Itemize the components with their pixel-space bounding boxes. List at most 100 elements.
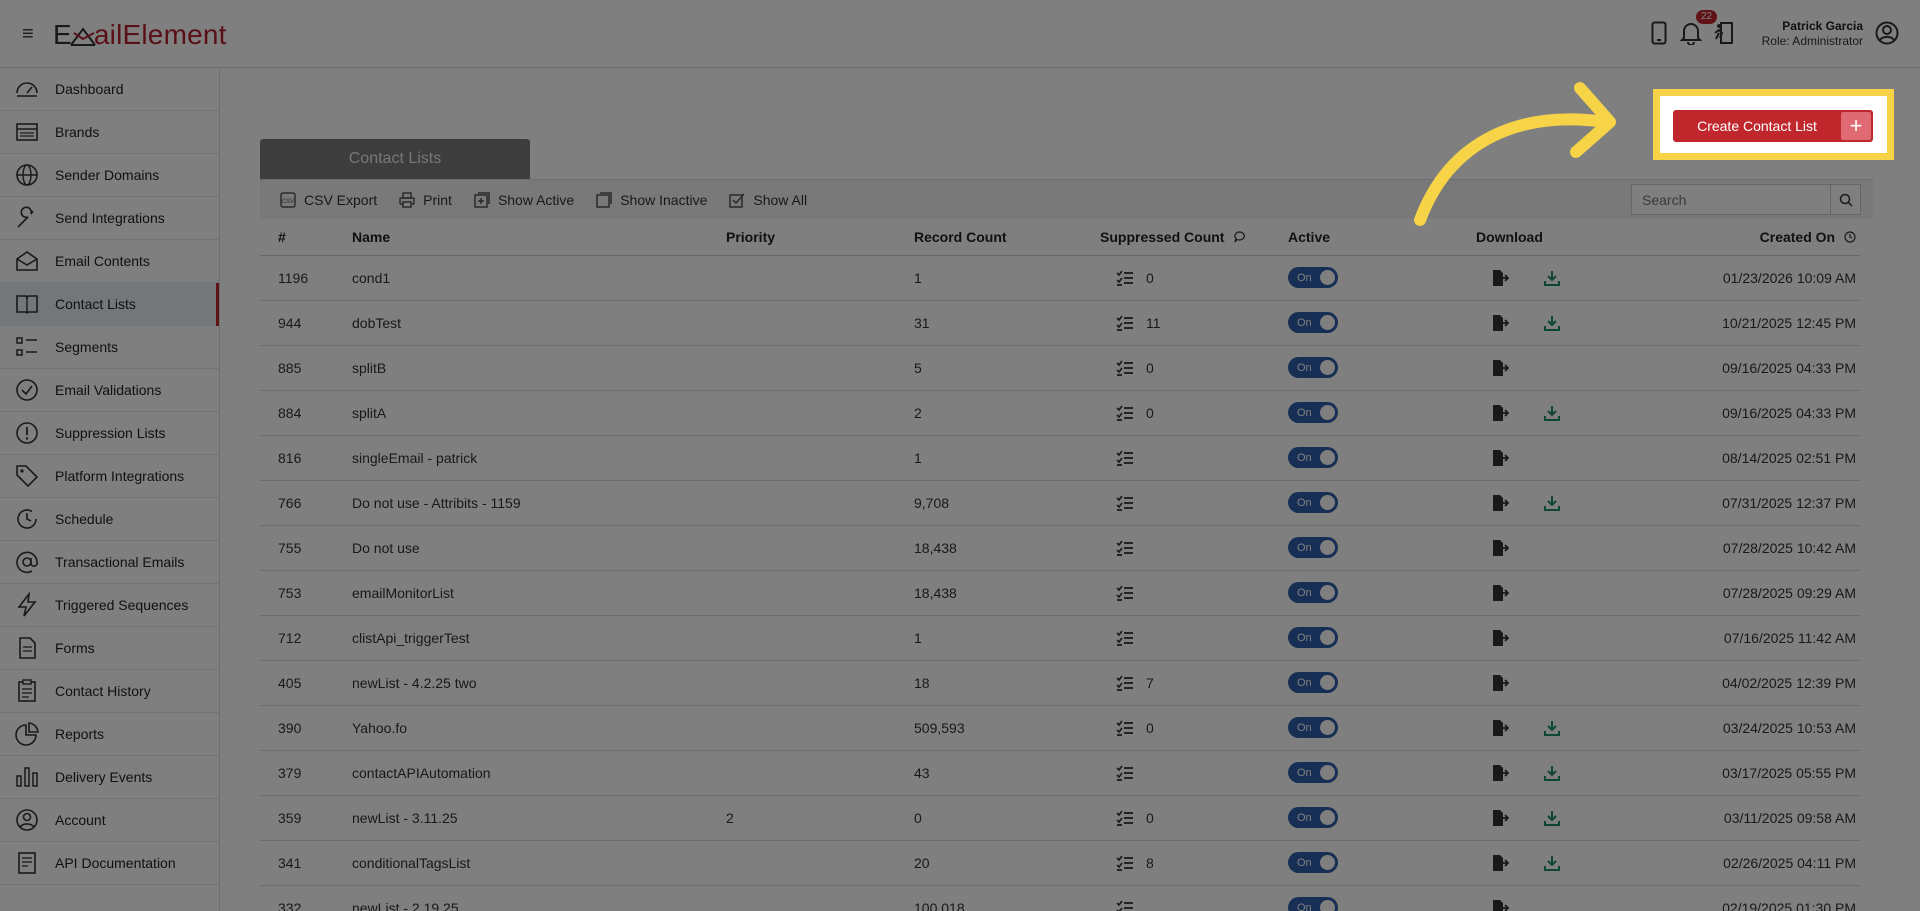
- export-button[interactable]: [1490, 628, 1510, 648]
- sidebar-item-triggered-sequences[interactable]: Triggered Sequences: [0, 584, 219, 627]
- suppression-list-button[interactable]: [1116, 270, 1146, 286]
- active-toggle[interactable]: On: [1288, 402, 1338, 423]
- suppression-list-button[interactable]: [1116, 450, 1146, 466]
- row-name[interactable]: newList - 2.19.25: [352, 885, 726, 911]
- row-name[interactable]: newList - 3.11.25: [352, 795, 726, 841]
- show-inactive-button[interactable]: Show Inactive: [596, 192, 707, 208]
- export-button[interactable]: [1490, 313, 1510, 333]
- table-row[interactable]: 341 conditionalTagsList 20 8 On 02/26/2025 04…: [260, 840, 1860, 886]
- export-button[interactable]: [1490, 448, 1510, 468]
- suppression-list-button[interactable]: [1116, 315, 1146, 331]
- sidebar-item-platform-integrations[interactable]: Platform Integrations: [0, 455, 219, 498]
- row-name[interactable]: splitB: [352, 345, 726, 391]
- export-button[interactable]: [1490, 808, 1510, 828]
- table-row[interactable]: 1196 cond1 1 0 On 01/23/2026 10:09 AM: [260, 255, 1860, 301]
- export-button[interactable]: [1490, 853, 1510, 873]
- sidebar-item-account[interactable]: Account: [0, 799, 219, 842]
- active-toggle[interactable]: On: [1288, 267, 1338, 288]
- mobile-icon[interactable]: [1644, 18, 1674, 48]
- export-button[interactable]: [1490, 763, 1510, 783]
- export-button[interactable]: [1490, 268, 1510, 288]
- hamburger-menu-icon[interactable]: ≡: [22, 22, 34, 46]
- suppression-list-button[interactable]: [1116, 900, 1146, 911]
- row-name[interactable]: newList - 4.2.25 two: [352, 660, 726, 706]
- table-row[interactable]: 332 newList - 2.19.25 100,018 On 02/19/2025 …: [260, 885, 1860, 911]
- row-name[interactable]: cond1: [352, 255, 726, 301]
- active-toggle[interactable]: On: [1288, 357, 1338, 378]
- column-header-created-on[interactable]: Created On: [1636, 219, 1860, 256]
- table-row[interactable]: 755 Do not use 18,438 On 07/28/2025 10:42 AM: [260, 525, 1860, 571]
- row-name[interactable]: Do not use - Attribits - 1159: [352, 480, 726, 526]
- table-row[interactable]: 816 singleEmail - patrick 1 On 08/14/2025 02…: [260, 435, 1860, 481]
- export-button[interactable]: [1490, 898, 1510, 911]
- tab-contact-lists[interactable]: Contact Lists: [260, 139, 530, 179]
- active-toggle[interactable]: On: [1288, 582, 1338, 603]
- create-contact-list-button[interactable]: Create Contact List +: [1673, 110, 1873, 142]
- suppression-list-button[interactable]: [1116, 855, 1146, 871]
- column-header-suppressed-count[interactable]: Suppressed Count: [1100, 219, 1288, 256]
- download-button[interactable]: [1542, 313, 1562, 333]
- active-toggle[interactable]: On: [1288, 312, 1338, 333]
- suppression-list-button[interactable]: [1116, 495, 1146, 511]
- suppression-list-button[interactable]: [1116, 405, 1146, 421]
- row-name[interactable]: contactAPIAutomation: [352, 750, 726, 796]
- table-row[interactable]: 753 emailMonitorList 18,438 On 07/28/2025 09…: [260, 570, 1860, 616]
- app-logo[interactable]: EailElement: [53, 19, 227, 51]
- sidebar-item-contact-history[interactable]: Contact History: [0, 670, 219, 713]
- column-header-id[interactable]: #: [260, 219, 352, 256]
- sidebar-item-brands[interactable]: Brands: [0, 111, 219, 154]
- table-row[interactable]: 712 clistApi_triggerTest 1 On 07/16/2025 11:…: [260, 615, 1860, 661]
- active-toggle[interactable]: On: [1288, 447, 1338, 468]
- download-button[interactable]: [1542, 808, 1562, 828]
- row-name[interactable]: emailMonitorList: [352, 570, 726, 616]
- active-toggle[interactable]: On: [1288, 807, 1338, 828]
- sidebar-item-contact-lists[interactable]: Contact Lists: [0, 283, 219, 326]
- user-avatar-icon[interactable]: [1872, 18, 1902, 48]
- suppression-list-button[interactable]: [1116, 675, 1146, 691]
- suppression-list-button[interactable]: [1116, 360, 1146, 376]
- download-button[interactable]: [1542, 493, 1562, 513]
- sidebar-item-reports[interactable]: Reports: [0, 713, 219, 756]
- sidebar-item-suppression-lists[interactable]: Suppression Lists: [0, 412, 219, 455]
- active-toggle[interactable]: On: [1288, 852, 1338, 873]
- row-name[interactable]: clistApi_triggerTest: [352, 615, 726, 661]
- sidebar-item-email-contents[interactable]: Email Contents: [0, 240, 219, 283]
- row-name[interactable]: Do not use: [352, 525, 726, 571]
- download-button[interactable]: [1542, 403, 1562, 423]
- sidebar-item-sender-domains[interactable]: Sender Domains: [0, 154, 219, 197]
- print-button[interactable]: Print: [399, 192, 452, 208]
- sidebar-item-segments[interactable]: Segments: [0, 326, 219, 369]
- sidebar-item-dashboard[interactable]: Dashboard: [0, 68, 219, 111]
- sidebar-item-schedule[interactable]: Schedule: [0, 498, 219, 541]
- table-row[interactable]: 885 splitB 5 0 On 09/16/2025 04:33 PM: [260, 345, 1860, 391]
- table-row[interactable]: 766 Do not use - Attribits - 1159 9,708 On 0…: [260, 480, 1860, 526]
- row-name[interactable]: splitA: [352, 390, 726, 436]
- export-button[interactable]: [1490, 538, 1510, 558]
- table-row[interactable]: 944 dobTest 31 11 On 10/21/2025 12:45 PM: [260, 300, 1860, 346]
- active-toggle[interactable]: On: [1288, 627, 1338, 648]
- row-name[interactable]: conditionalTagsList: [352, 840, 726, 886]
- sidebar-item-email-validations[interactable]: Email Validations: [0, 369, 219, 412]
- show-all-button[interactable]: Show All: [729, 192, 807, 208]
- row-name[interactable]: singleEmail - patrick: [352, 435, 726, 481]
- sidebar-item-api-documentation[interactable]: API Documentation: [0, 842, 219, 885]
- table-row[interactable]: 884 splitA 2 0 On 09/16/2025 04:33 PM: [260, 390, 1860, 436]
- sidebar-item-transactional-emails[interactable]: Transactional Emails: [0, 541, 219, 584]
- active-toggle[interactable]: On: [1288, 672, 1338, 693]
- suppression-list-button[interactable]: [1116, 720, 1146, 736]
- column-header-priority[interactable]: Priority: [726, 219, 914, 256]
- download-button[interactable]: [1542, 718, 1562, 738]
- row-name[interactable]: Yahoo.fo: [352, 705, 726, 751]
- table-row[interactable]: 359 newList - 3.11.25 2 0 0 On 03/11/2025 09:5…: [260, 795, 1860, 841]
- download-button[interactable]: [1542, 853, 1562, 873]
- suppression-list-button[interactable]: [1116, 585, 1146, 601]
- download-button[interactable]: [1542, 268, 1562, 288]
- suppression-list-button[interactable]: [1116, 810, 1146, 826]
- table-row[interactable]: 405 newList - 4.2.25 two 18 7 On 04/02/2025 1…: [260, 660, 1860, 706]
- export-button[interactable]: [1490, 358, 1510, 378]
- row-name[interactable]: dobTest: [352, 300, 726, 346]
- export-button[interactable]: [1490, 673, 1510, 693]
- column-header-name[interactable]: Name: [352, 219, 726, 256]
- export-button[interactable]: [1490, 493, 1510, 513]
- table-row[interactable]: 379 contactAPIAutomation 43 On 03/17/2025 05…: [260, 750, 1860, 796]
